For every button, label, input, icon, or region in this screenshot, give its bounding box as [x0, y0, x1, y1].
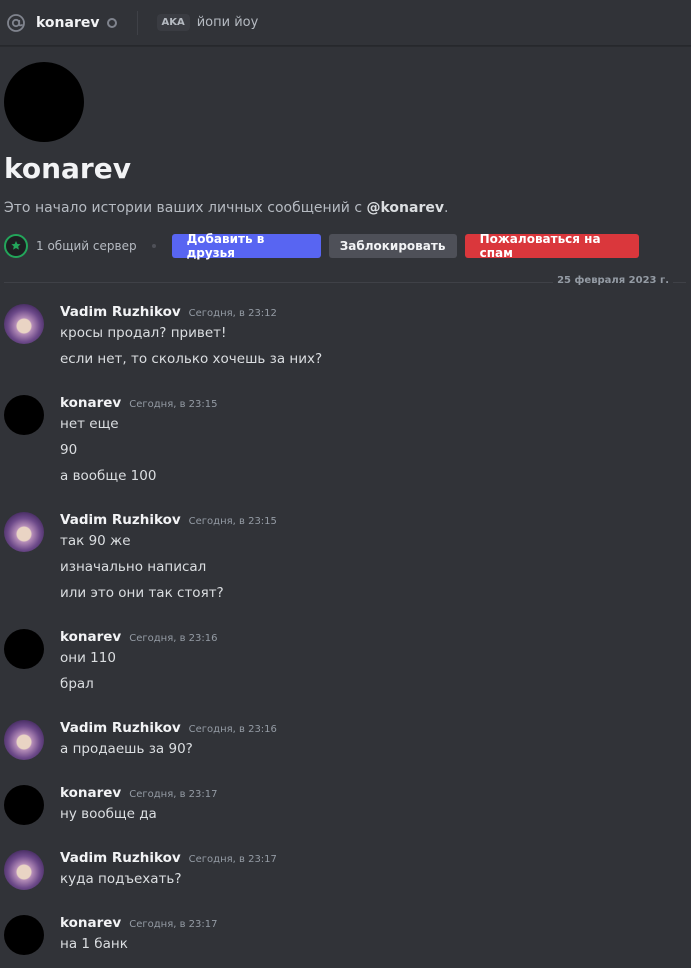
message-text: нет еще: [60, 416, 119, 432]
message-timestamp: Сегодня, в 23:17: [188, 854, 277, 865]
message-text: брал: [60, 676, 94, 692]
message-author[interactable]: Vadim Ruzhikov: [60, 512, 181, 528]
welcome-subtitle: Это начало истории ваших личных сообщени…: [4, 200, 448, 216]
message-header: konarev Сегодня, в 23:17: [60, 915, 217, 935]
avatar[interactable]: [4, 629, 44, 669]
avatar[interactable]: [4, 785, 44, 825]
welcome-subtitle-end: .: [444, 200, 449, 216]
profile-avatar[interactable]: [4, 62, 84, 142]
avatar[interactable]: [4, 850, 44, 890]
message-author[interactable]: konarev: [60, 629, 121, 645]
dm-username[interactable]: konarev: [36, 15, 100, 31]
message-author[interactable]: konarev: [60, 785, 121, 801]
message-text: если нет, то сколько хочешь за них?: [60, 351, 323, 367]
header-divider: [136, 10, 138, 35]
message-text: а продаешь за 90?: [60, 741, 193, 757]
welcome-subtitle-text: Это начало истории ваших личных сообщени…: [4, 200, 367, 216]
message-timestamp: Сегодня, в 23:16: [188, 724, 277, 735]
message-text: на 1 банк: [60, 936, 128, 952]
user-mention[interactable]: @konarev: [367, 200, 445, 216]
message-text: а вообще 100: [60, 468, 157, 484]
message-timestamp: Сегодня, в 23:15: [129, 399, 218, 410]
message-timestamp: Сегодня, в 23:17: [129, 919, 218, 930]
mutual-servers-link[interactable]: 1 общий сервер: [36, 239, 137, 253]
message-text: 90: [60, 442, 78, 458]
message-timestamp: Сегодня, в 23:16: [129, 633, 218, 644]
message-author[interactable]: Vadim Ruzhikov: [60, 304, 181, 320]
separator-dot: [151, 244, 156, 248]
message-author[interactable]: konarev: [60, 915, 121, 931]
dm-header: konarev AKA йопи йоу: [0, 0, 691, 46]
report-spam-button[interactable]: Пожаловаться на спам: [464, 232, 639, 260]
message-timestamp: Сегодня, в 23:15: [188, 516, 277, 527]
message-author[interactable]: konarev: [60, 395, 121, 411]
message-text: куда подъехать?: [60, 871, 182, 887]
avatar[interactable]: [4, 915, 44, 955]
message-text: они 110: [60, 650, 116, 666]
add-friend-button[interactable]: Добавить в друзья: [171, 232, 321, 260]
message-text: кросы продал? привет!: [60, 325, 227, 341]
message-header: konarev Сегодня, в 23:17: [60, 785, 217, 805]
message-header: Vadim Ruzhikov Сегодня, в 23:17: [60, 850, 277, 870]
aka-name: йопи йоу: [196, 15, 259, 30]
message-text: ну вообще да: [60, 806, 157, 822]
message-header: konarev Сегодня, в 23:15: [60, 395, 217, 415]
message-author[interactable]: Vadim Ruzhikov: [60, 850, 181, 866]
aka-badge: AKA: [156, 14, 190, 31]
message-header: Vadim Ruzhikov Сегодня, в 23:16: [60, 720, 277, 740]
message-header: Vadim Ruzhikov Сегодня, в 23:15: [60, 512, 277, 532]
server-icon: [4, 234, 28, 258]
avatar[interactable]: [4, 512, 44, 552]
message-text: так 90 же: [60, 533, 131, 549]
date-divider-label: 25 февраля 2023 г.: [553, 275, 673, 286]
welcome-title: konarev: [4, 152, 131, 185]
message-timestamp: Сегодня, в 23:17: [129, 789, 218, 800]
avatar[interactable]: [4, 304, 44, 344]
at-sign-icon: [5, 12, 27, 34]
message-header: Vadim Ruzhikov Сегодня, в 23:12: [60, 304, 277, 324]
profile-actions: 1 общий сервер Добавить в друзья Заблоки…: [4, 232, 639, 260]
message-text: изначально написал: [60, 559, 207, 575]
offline-status-icon: [106, 17, 117, 28]
message-author[interactable]: Vadim Ruzhikov: [60, 720, 181, 736]
avatar[interactable]: [4, 395, 44, 435]
message-header: konarev Сегодня, в 23:16: [60, 629, 217, 649]
message-timestamp: Сегодня, в 23:12: [188, 308, 277, 319]
block-button[interactable]: Заблокировать: [328, 234, 457, 258]
avatar[interactable]: [4, 720, 44, 760]
message-text: или это они так стоят?: [60, 585, 224, 601]
